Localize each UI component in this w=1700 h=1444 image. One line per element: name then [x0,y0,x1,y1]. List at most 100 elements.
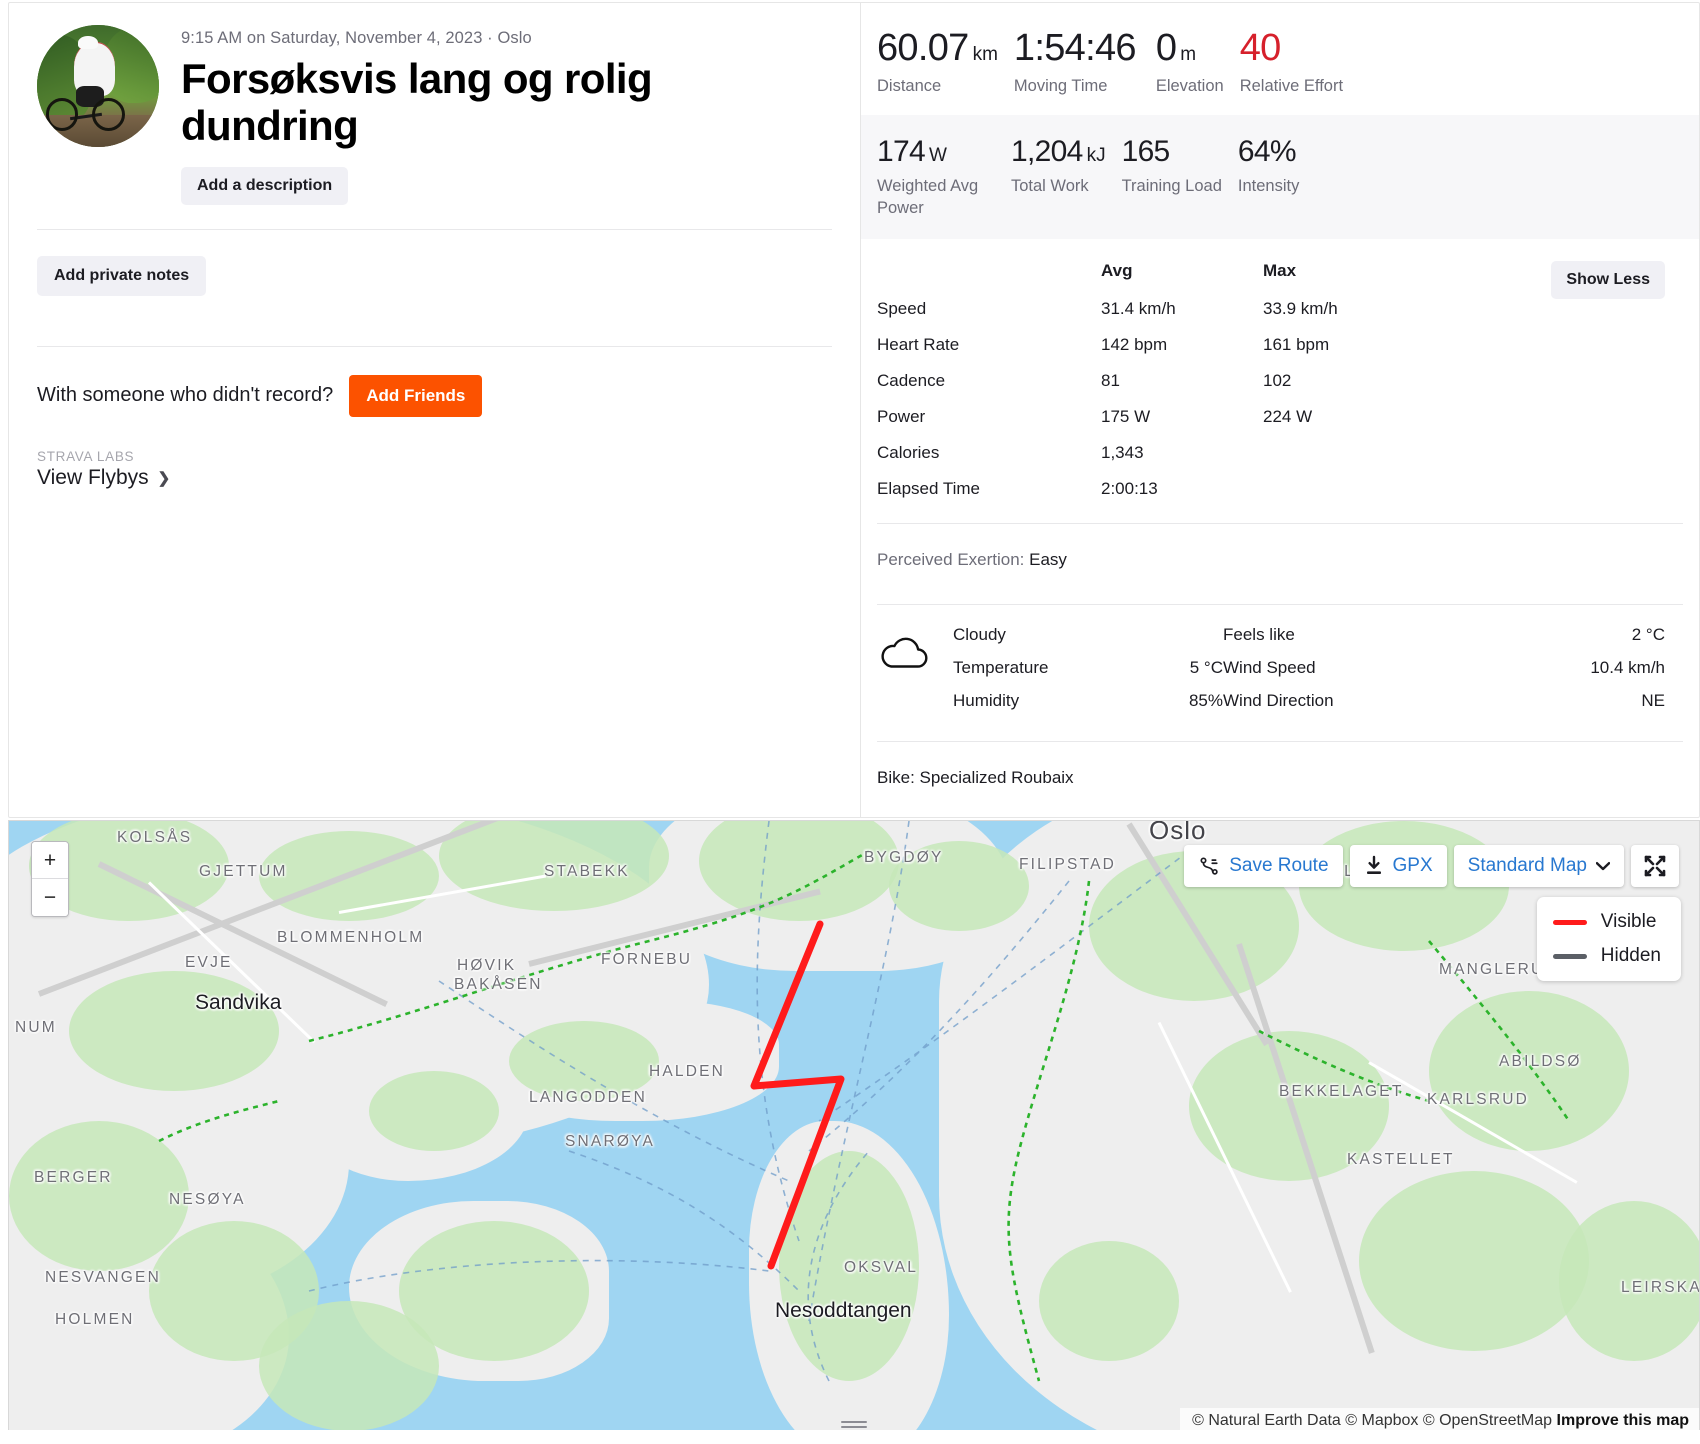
table-row: Calories 1,343 [877,443,1463,479]
stat-weighted-avg-power: 174 W Weighted Avg Power [877,137,1011,219]
show-less-button[interactable]: Show Less [1551,261,1665,300]
zoom-in-button[interactable]: + [32,842,68,879]
weather-temperature-label: Temperature [953,658,1049,678]
map-label: HOLMEN [55,1311,135,1328]
row-avg: 31.4 km/h [1101,299,1176,319]
stat-distance-value: 60.07 [877,27,969,69]
map-label: NESVANGEN [45,1269,161,1286]
add-friends-button[interactable]: Add Friends [349,374,483,417]
map-label: Nesoddtangen [775,1299,912,1322]
map-label: STABEKK [544,863,630,880]
map-label: LANGODDEN [529,1089,647,1106]
row-label: Heart Rate [877,335,960,355]
primary-stats-strip: 60.07 km Distance 1:54:46 Moving Time 0m … [861,3,1699,115]
stat-weighted-avg-power-unit: W [928,145,947,167]
stat-total-work-label: Total Work [1011,177,1089,196]
stat-relative-effort[interactable]: 40 Relative Effort [1240,29,1359,97]
improve-this-map-link[interactable]: Improve this map [1557,1412,1689,1429]
map-zoom-controls[interactable]: + − [31,841,69,917]
map-label: FORNEBU [601,951,693,968]
add-private-notes-button[interactable]: Add private notes [37,255,207,296]
row-max [1263,479,1463,515]
gpx-download-button[interactable]: GPX [1349,845,1447,887]
table-row: Cadence 81 102 [877,371,1463,407]
add-friends-section: With someone who didn't record? Add Frie… [37,347,832,417]
stat-intensity: 64% Intensity [1238,137,1316,219]
map-label: KOLSÅS [117,829,193,846]
map-legend: Visible Hidden [1536,897,1681,981]
activity-details-pane: 9:15 AM on Saturday, November 4, 2023 · … [9,3,861,817]
weather-section: Cloudy Feels like 2 °C Temperature 5 °C … [861,605,1699,733]
weather-wind-direction-label: Wind Direction [1223,691,1334,711]
map-label: HØVIK [457,957,517,974]
activity-map[interactable]: KOLSÅS STABEKK BYGDØY FILIPSTAD Oslo VÅL… [8,820,1700,1436]
row-label: Speed [877,299,927,319]
view-flybys-label: View Flybys [37,465,149,489]
map-label: KASTELLET [1347,1151,1455,1168]
map-canvas[interactable]: KOLSÅS STABEKK BYGDØY FILIPSTAD Oslo VÅL… [9,821,1699,1435]
map-label: BLOMMENHOLM [277,929,425,946]
stat-training-load-value: 165 [1121,135,1171,169]
row-max: 224 W [1263,407,1313,427]
row-label: Calories [877,443,940,463]
col-header-avg: Avg [1101,261,1133,281]
perceived-exertion-row: Perceived Exertion: Easy [861,524,1699,596]
view-flybys-link[interactable]: View Flybys ❯ [37,466,832,490]
table-row: Power 175 W 224 W [877,407,1463,443]
detailed-stats-section: Show Less Avg Max Speed 31.4 km/h 33.9 k… [861,239,1699,515]
perceived-exertion-label: Perceived Exertion: [877,550,1025,570]
stat-moving-time-label: Moving Time [1013,77,1108,95]
zoom-out-button[interactable]: − [32,879,68,916]
row-avg: 2:00:13 [1101,479,1158,499]
row-max: 102 [1263,371,1292,391]
activity-photo-avatar[interactable] [37,25,159,147]
map-style-select[interactable]: Standard Map [1453,845,1624,887]
cloud-icon [877,625,933,674]
row-avg: 142 bpm [1101,335,1168,355]
save-route-label: Save Route [1229,855,1329,876]
stat-elevation-unit: m [1180,44,1197,65]
map-label: ABILDSØ [1499,1053,1582,1070]
stat-distance-label: Distance [877,77,942,95]
expand-icon [1644,855,1666,877]
activity-page: 9:15 AM on Saturday, November 4, 2023 · … [0,0,1700,1444]
activity-stats-pane: 60.07 km Distance 1:54:46 Moving Time 0m … [861,3,1699,817]
page-title: Forsøksvis lang og rolig dundring [181,55,653,150]
stat-elevation-value: 0 [1155,27,1177,69]
activity-summary-card: 9:15 AM on Saturday, November 4, 2023 · … [8,2,1700,818]
add-description-button[interactable]: Add a description [181,166,349,205]
route-icon [1200,857,1218,875]
fullscreen-button[interactable] [1631,845,1679,887]
stat-training-load-label: Training Load [1121,177,1222,196]
map-label: BYGDØY [864,849,944,866]
stat-weighted-avg-power-label: Weighted Avg Power [877,177,979,217]
map-label: EVJE [185,954,233,971]
row-avg: 1,343 [1101,443,1144,463]
row-avg: 175 W [1101,407,1151,427]
weather-feels-like-label: Feels like [1223,625,1295,645]
stat-training-load: 165 Training Load [1122,137,1238,219]
save-route-button[interactable]: Save Route [1184,845,1343,887]
stat-relative-effort-value: 40 [1239,27,1282,69]
stat-distance-unit: km [972,44,998,65]
weather-wind-speed-value: 10.4 km/h [1590,658,1665,678]
weather-condition: Cloudy [953,625,1006,645]
gpx-label: GPX [1392,855,1433,876]
row-label: Elapsed Time [877,479,980,499]
map-toolbar: Save Route GPX Standard Map [1184,845,1679,887]
friends-prompt-label: With someone who didn't record? [37,384,334,407]
row-label: Cadence [877,371,946,391]
secondary-stats-strip: 174 W Weighted Avg Power 1,204 kJ Total Wo… [861,115,1699,240]
map-label: SNARØYA [565,1133,656,1150]
stat-total-work-value: 1,204 [1011,135,1083,169]
map-label: GJETTUM [199,863,288,880]
row-max: 161 bpm [1263,335,1330,355]
legend-item-hidden: Hidden [1552,945,1661,967]
map-label: LEIRSKA [1621,1279,1700,1296]
stat-total-work-unit: kJ [1086,145,1106,167]
map-label: BAKÅSEN [454,976,543,993]
legend-label-visible: Visible [1600,911,1657,932]
row-max: 33.9 km/h [1263,299,1338,319]
legend-swatch-hidden [1552,953,1587,959]
map-label: FILIPSTAD [1019,856,1117,873]
